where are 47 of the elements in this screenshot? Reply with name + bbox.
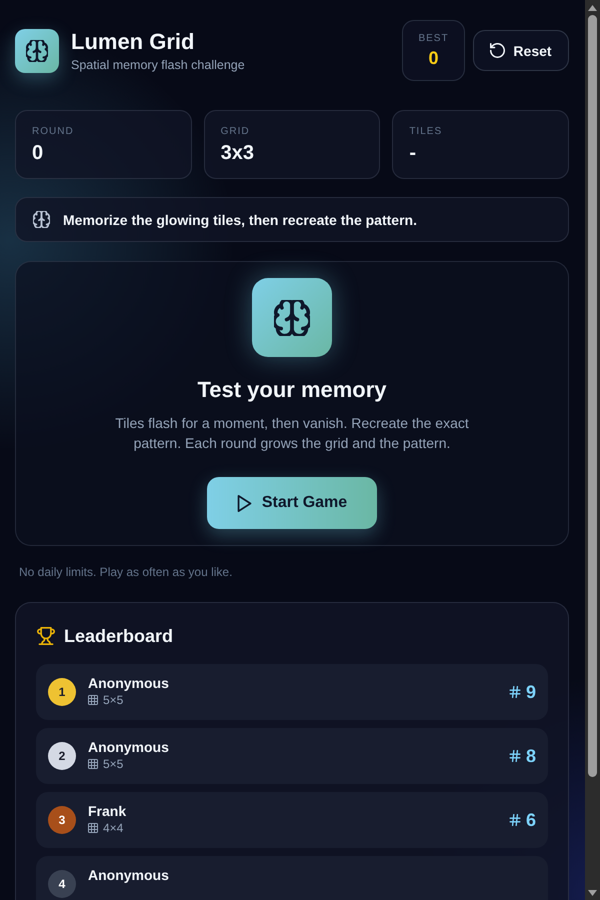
stat-value: 3x3 [220, 142, 256, 165]
player-name: Anonymous [88, 739, 170, 755]
leaderboard-title: Leaderboard [64, 626, 174, 646]
rank-badge: 3 [48, 806, 76, 834]
score-value: 8 [526, 746, 536, 766]
rank-badge: 1 [48, 678, 76, 706]
brain-tile-icon [252, 278, 332, 358]
intro-description: Tiles flash for a moment, then vanish. Recreate the exact pattern. Each round grows the grid and the pattern. [114, 414, 470, 454]
brain-logo-icon [15, 28, 59, 72]
stat-label: ROUND [32, 126, 75, 137]
reset-icon [490, 43, 506, 58]
stat-label: TILES [409, 126, 444, 137]
grid-icon [88, 695, 98, 705]
stat-value: - [409, 142, 417, 165]
player-name: Anonymous [88, 675, 170, 691]
rank-badge: 4 [48, 870, 76, 898]
start-game-button[interactable]: Start Game [207, 477, 377, 529]
score-value: 6 [526, 810, 536, 830]
grid-size: 5×5 [103, 757, 124, 771]
grid-icon [88, 759, 98, 769]
player-name: Anonymous [88, 867, 170, 883]
play-icon [236, 494, 252, 512]
intro-title: Test your memory [197, 377, 387, 404]
brain-icon [33, 211, 50, 228]
hash-icon [508, 814, 521, 826]
stat-value: 0 [32, 142, 44, 165]
scrollbar-thumb[interactable] [588, 15, 597, 777]
hint-text: Memorize the glowing tiles, then recreate the pattern. [63, 212, 417, 228]
score-value: 9 [526, 682, 536, 702]
hash-icon [508, 686, 521, 698]
app-subtitle: Spatial memory flash challenge [71, 58, 245, 72]
hash-icon [508, 750, 521, 762]
grid-icon [88, 823, 98, 833]
reset-button[interactable]: Reset [473, 30, 569, 71]
note-text: No daily limits. Play as often as you like. [18, 565, 234, 579]
scrollbar[interactable] [585, 0, 600, 900]
grid-size: 4×4 [103, 821, 124, 835]
best-label: BEST [418, 32, 449, 44]
scroll-up-icon[interactable] [588, 5, 597, 11]
app-title: Lumen Grid [71, 29, 196, 55]
scroll-down-icon[interactable] [588, 890, 597, 896]
player-name: Frank [88, 803, 128, 819]
grid-size: 5×5 [103, 693, 124, 707]
stat-label: GRID [220, 126, 251, 137]
rank-badge: 2 [48, 742, 76, 770]
trophy-icon [37, 627, 55, 645]
best-value: 0 [428, 48, 438, 68]
